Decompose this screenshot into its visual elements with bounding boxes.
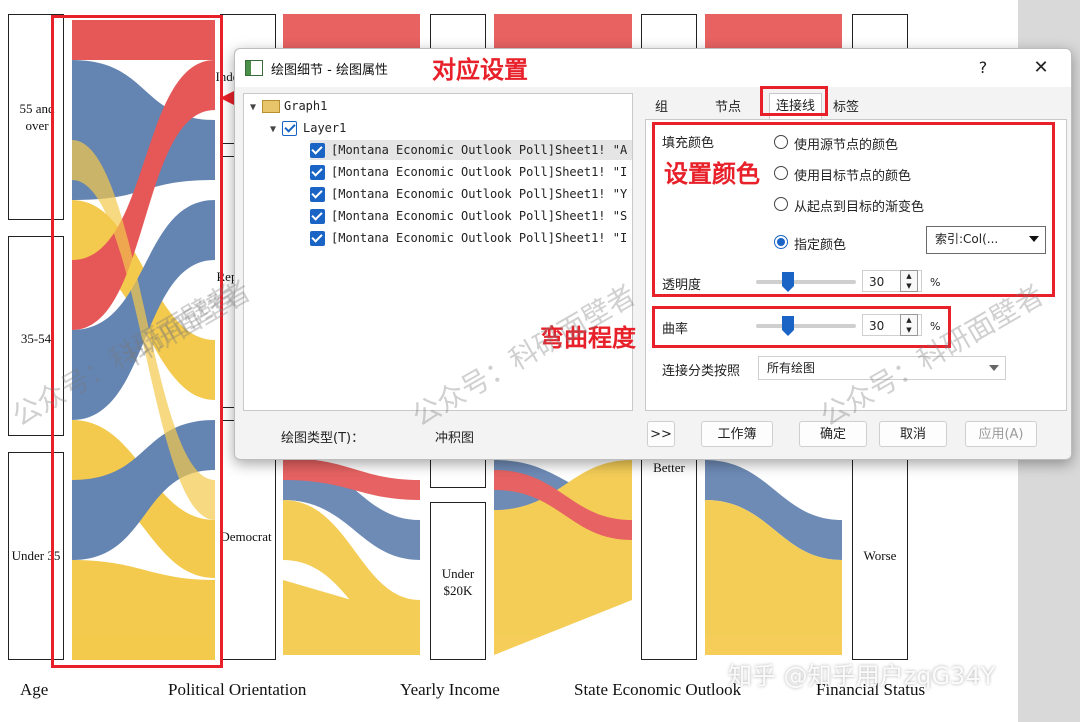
highlight-box-fill-color — [652, 122, 1055, 297]
node-state-better — [641, 456, 697, 660]
chevron-down-icon[interactable]: ▼ — [270, 120, 282, 140]
tree-plot-item[interactable]: [Montana Economic Outlook Poll]Sheet1! "… — [310, 184, 627, 204]
node-label: Worse — [863, 548, 897, 563]
tree-graph-label: Graph1 — [284, 99, 328, 113]
apply-button[interactable]: 应用(A) — [965, 421, 1037, 447]
axis-label-state: State Economic Outlook — [574, 680, 742, 699]
tree-graph[interactable]: ▼ Graph1 — [250, 96, 327, 116]
layer-checkbox[interactable] — [282, 121, 297, 136]
axis-label-income: Yearly Income — [400, 680, 500, 699]
tree-plot-item[interactable]: [Montana Economic Outlook Poll]Sheet1! "… — [310, 228, 627, 248]
plot-checkbox[interactable] — [310, 165, 325, 180]
node-financial-top — [852, 14, 908, 50]
dialog-titlebar[interactable]: 绘图细节 - 绘图属性 ? ✕ — [235, 49, 1071, 87]
axis-label-age: Age — [20, 680, 49, 699]
highlight-box-links-tab — [760, 86, 828, 116]
zhihu-watermark: 知乎 @知乎用户zqG34Y — [728, 662, 996, 690]
tree-plot-item[interactable]: [Montana Economic Outlook Poll]Sheet1! "… — [310, 162, 627, 182]
help-button[interactable]: ? — [963, 53, 1003, 83]
app-icon — [245, 60, 263, 76]
annotation-corresponding-settings: 对应设置 — [432, 56, 528, 84]
plot-item-label: [Montana Economic Outlook Poll]Sheet1! "… — [331, 209, 628, 223]
highlight-box-curvature — [652, 306, 951, 348]
plot-checkbox[interactable] — [310, 231, 325, 246]
plot-checkbox[interactable] — [310, 143, 325, 158]
plot-item-label: [Montana Economic Outlook Poll]Sheet1! "… — [331, 165, 628, 179]
tree-layer[interactable]: ▼ Layer1 — [270, 118, 346, 138]
tab-strip: 组 节点 连接线 标签 — [645, 93, 1065, 120]
tree-plot-item[interactable]: [Montana Economic Outlook Poll]Sheet1! "… — [310, 140, 632, 160]
node-label: Under $20K — [441, 566, 475, 598]
plot-checkbox[interactable] — [310, 209, 325, 224]
chevron-down-icon[interactable]: ▼ — [250, 98, 262, 118]
node-label: Better — [653, 460, 685, 475]
plot-item-label: [Montana Economic Outlook Poll]Sheet1! "… — [331, 143, 628, 157]
plot-item-label: [Montana Economic Outlook Poll]Sheet1! "… — [331, 187, 628, 201]
tree-plot-item[interactable]: [Montana Economic Outlook Poll]Sheet1! "… — [310, 206, 627, 226]
plot-checkbox[interactable] — [310, 187, 325, 202]
node-income-top — [430, 14, 486, 50]
plot-item-label: [Montana Economic Outlook Poll]Sheet1! "… — [331, 231, 628, 245]
expand-button[interactable]: >> — [647, 421, 675, 447]
node-income-mid — [430, 456, 486, 488]
plot-type-value: 冲积图 — [435, 431, 475, 446]
tab-nodes[interactable]: 节点 — [715, 97, 741, 119]
axis-label-political: Political Orientation — [168, 680, 307, 699]
dialog-title: 绘图细节 - 绘图属性 — [271, 63, 388, 78]
plot-tree: ▼ Graph1 ▼ Layer1 [Montana Economic Outloo… — [243, 93, 633, 411]
tab-group[interactable]: 组 — [655, 97, 668, 119]
close-button[interactable]: ✕ — [1021, 53, 1061, 83]
folder-icon — [262, 100, 280, 113]
annotation-set-color: 设置颜色 — [664, 160, 760, 188]
flow-red — [705, 14, 842, 48]
node-label: Democrat — [220, 529, 272, 544]
chevron-down-icon — [989, 365, 999, 371]
plot-type-label: 绘图类型(T)： — [281, 431, 365, 446]
classify-label: 连接分类按照 — [662, 364, 741, 379]
workbook-button[interactable]: 工作簿 — [701, 421, 773, 447]
cancel-button[interactable]: 取消 — [879, 421, 947, 447]
node-state-top — [641, 14, 697, 50]
tree-layer-label: Layer1 — [303, 121, 347, 135]
classify-combo-value: 所有绘图 — [767, 361, 816, 375]
tab-labels[interactable]: 标签 — [833, 97, 859, 119]
flow-red — [283, 14, 420, 48]
